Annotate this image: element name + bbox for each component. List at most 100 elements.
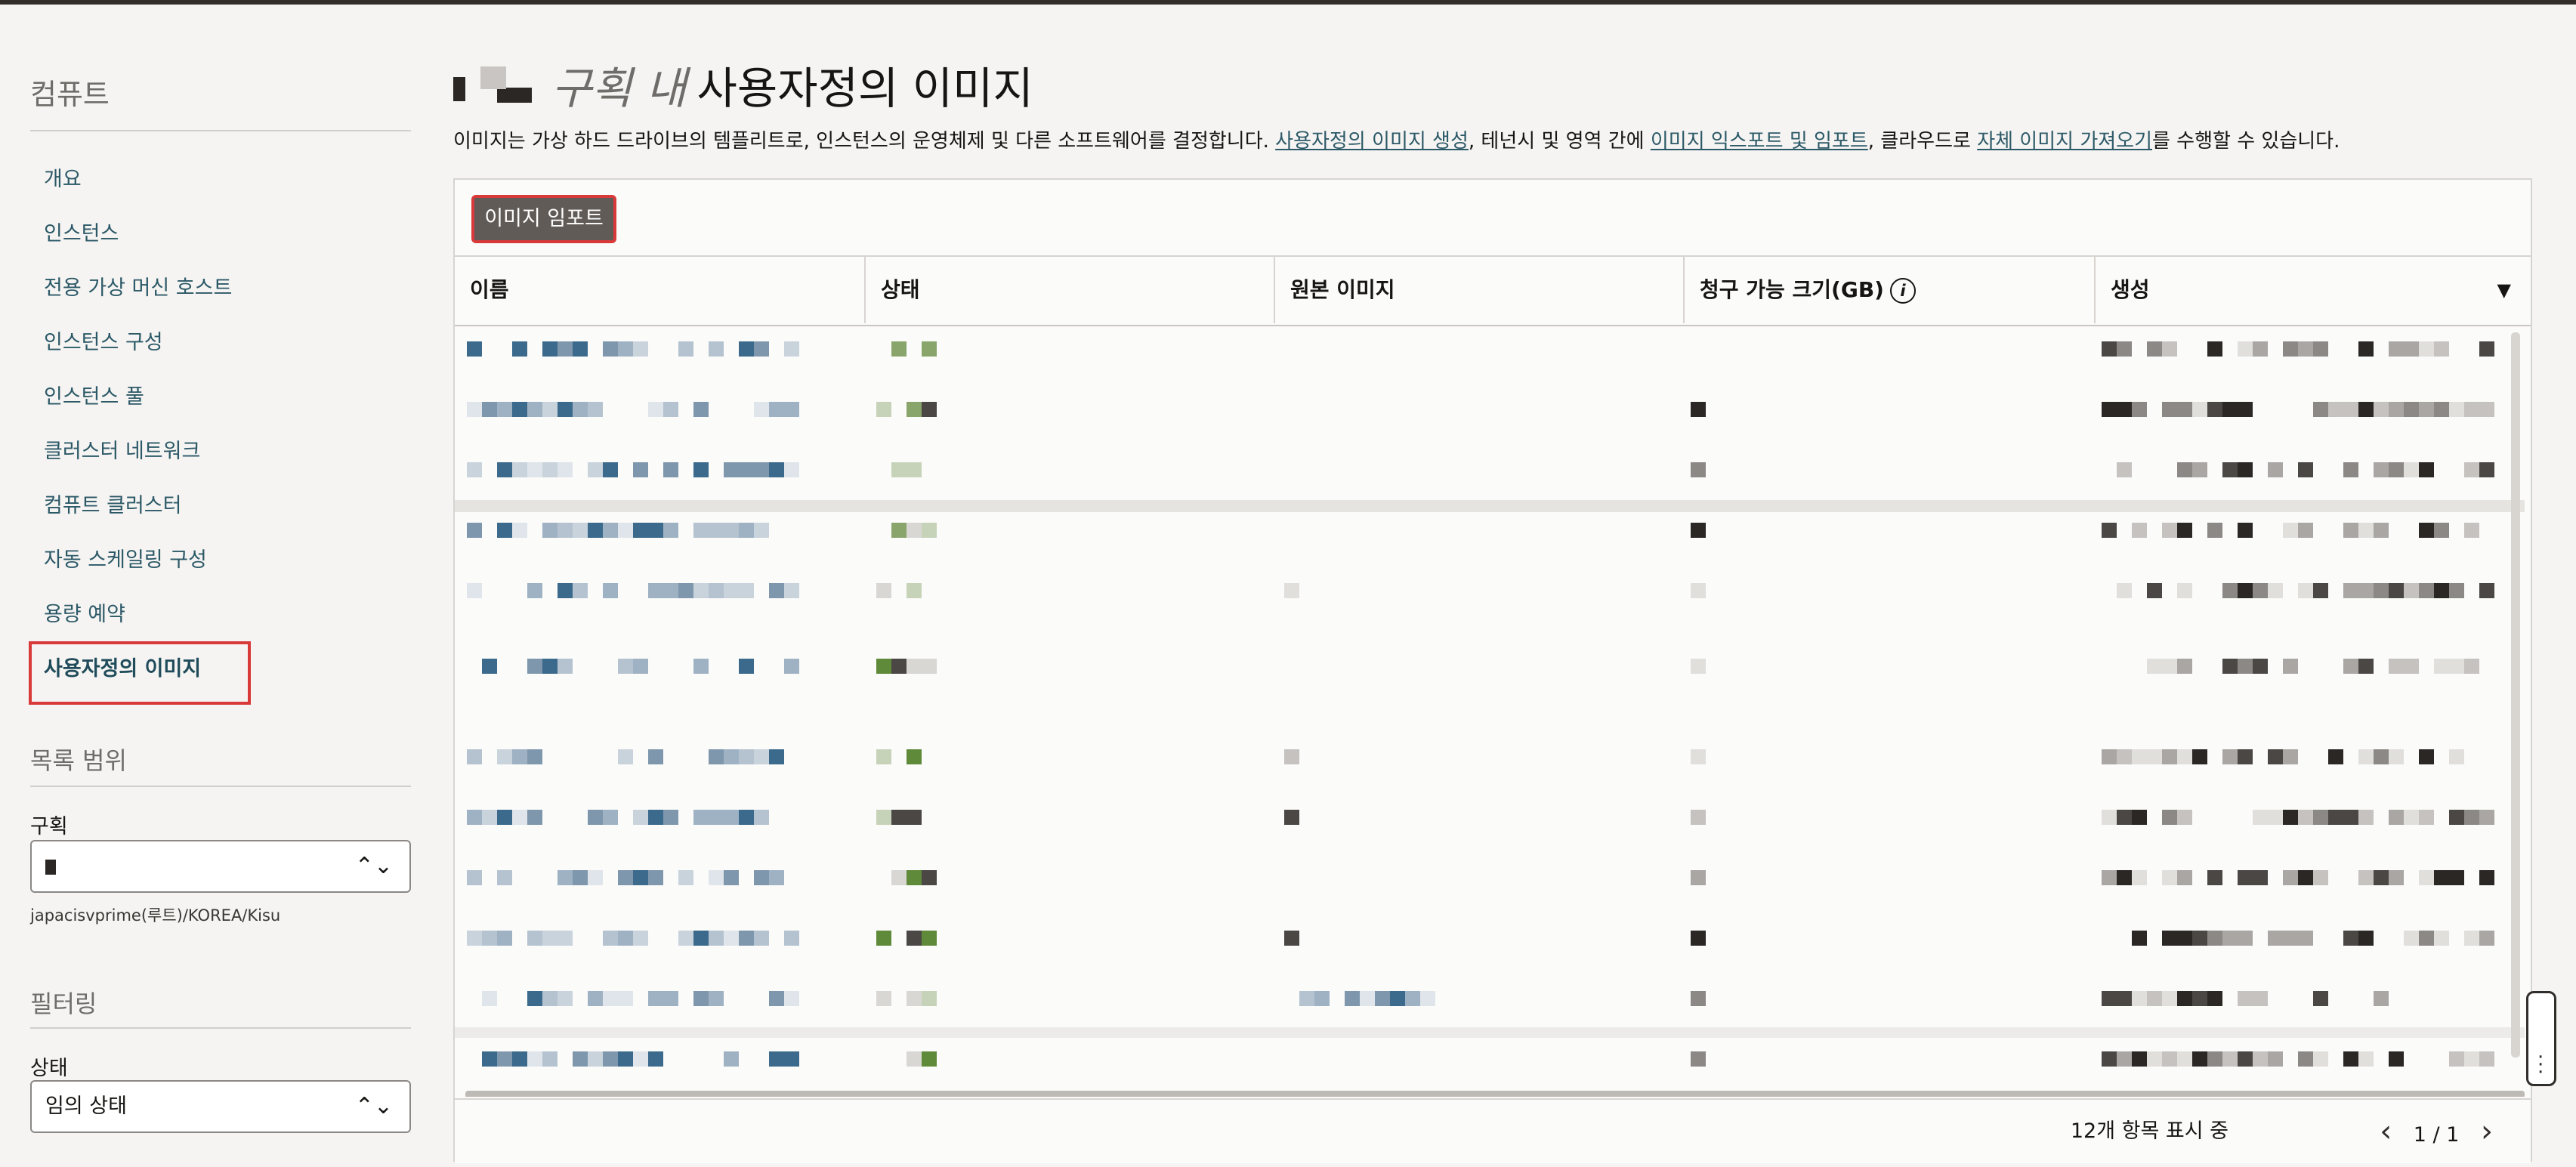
- state-select[interactable]: 임의 상태 ⌃⌄: [30, 1080, 411, 1133]
- redacted-cell: [2404, 402, 2419, 417]
- redacted-cell: [2132, 991, 2147, 1006]
- table-row[interactable]: [455, 1051, 2531, 1067]
- redacted-cell: [512, 523, 527, 538]
- redacted-cell: [1691, 870, 1706, 885]
- table-row[interactable]: [455, 991, 2531, 1006]
- redacted-cell: [618, 931, 633, 946]
- redacted-cell: [891, 659, 907, 674]
- chevron-left-icon[interactable]: ‹: [2380, 1114, 2392, 1149]
- sidebar-item-overview[interactable]: 개요: [44, 153, 232, 207]
- horizontal-scrollbar[interactable]: [465, 1091, 2525, 1097]
- redacted-cell: [2177, 749, 2192, 764]
- redacted-cell: [2449, 1051, 2464, 1067]
- redacted-cell: [709, 341, 724, 357]
- compartment-label: 구획: [30, 815, 68, 838]
- sidebar-item-dedicated-hosts[interactable]: 전용 가상 머신 호스트: [44, 261, 232, 316]
- redacted-cell: [512, 402, 527, 417]
- create-image-link[interactable]: 사용자정의 이미지 생성: [1275, 130, 1469, 153]
- table-row[interactable]: [455, 659, 2531, 674]
- info-icon[interactable]: i: [1889, 278, 1916, 304]
- redacted-cell: [2404, 341, 2419, 357]
- redacted-cell: [2313, 991, 2328, 1006]
- redacted-cell: [2117, 341, 2132, 357]
- redacted-cell: [1691, 462, 1706, 477]
- redacted-cell: [2117, 462, 2132, 477]
- redacted-cell: [891, 810, 907, 825]
- redacted-cell: [588, 991, 603, 1006]
- redacted-cell: [467, 931, 482, 946]
- table-row[interactable]: [455, 749, 2531, 764]
- redacted-cell: [2102, 749, 2117, 764]
- redacted-cell: [709, 523, 724, 538]
- column-created[interactable]: 생성 ▼: [2096, 257, 2531, 323]
- redacted-cell: [2358, 931, 2374, 946]
- desc-text: , 테넌시 및 영역 간에: [1468, 130, 1651, 153]
- redacted-cell: [648, 402, 663, 417]
- table-row[interactable]: [455, 523, 2531, 538]
- redacted-cell: [769, 583, 784, 598]
- redacted-cell: [2298, 810, 2313, 825]
- redacted-cell: [573, 583, 588, 598]
- redacted-cell: [2222, 749, 2238, 764]
- redacted-cell: [467, 749, 482, 764]
- redacted-cell: [724, 749, 739, 764]
- sidebar-item-autoscaling[interactable]: 자동 스케일링 구성: [44, 533, 232, 588]
- table-row[interactable]: [455, 810, 2531, 825]
- bring-own-image-link[interactable]: 자체 이미지 가져오기: [1977, 130, 2152, 153]
- table-row[interactable]: [455, 341, 2531, 357]
- redacted-cell: [1691, 931, 1706, 946]
- sidebar-item-instances[interactable]: 인스턴스: [44, 207, 232, 261]
- table-row[interactable]: [455, 583, 2531, 598]
- redacted-cell: [709, 991, 724, 1006]
- redacted-block: [453, 65, 544, 104]
- help-widget[interactable]: · · ·: [2526, 991, 2556, 1086]
- import-image-button[interactable]: 이미지 임포트: [471, 195, 616, 243]
- table-row[interactable]: [455, 931, 2531, 946]
- redacted-cell: [907, 991, 922, 1006]
- column-billable-size-label: 청구 가능 크기(GB): [1700, 277, 1884, 302]
- redacted-cell: [2283, 870, 2298, 885]
- redacted-cell: [891, 870, 907, 885]
- redacted-cell: [2162, 749, 2177, 764]
- column-billable-size: 청구 가능 크기(GB) i: [1685, 257, 2093, 323]
- sidebar-item-instance-configs[interactable]: 인스턴스 구성: [44, 316, 232, 370]
- redacted-cell: [542, 931, 558, 946]
- chevron-right-icon[interactable]: ›: [2481, 1114, 2493, 1149]
- redacted-cell: [467, 341, 482, 357]
- sidebar-item-instance-pools[interactable]: 인스턴스 풀: [44, 370, 232, 425]
- redacted-cell: [527, 659, 542, 674]
- redacted-cell: [558, 870, 573, 885]
- redacted-cell: [542, 341, 558, 357]
- export-import-link[interactable]: 이미지 익스포트 및 임포트: [1651, 130, 1868, 153]
- caret-down-icon[interactable]: ▼: [2497, 257, 2511, 323]
- sidebar-item-compute-clusters[interactable]: 컴퓨트 클러스터: [44, 479, 232, 533]
- sidebar-item-cluster-networks[interactable]: 클러스터 네트워크: [44, 425, 232, 479]
- redacted-cell: [527, 749, 542, 764]
- redacted-cell: [2313, 341, 2328, 357]
- redacted-cell: [2177, 991, 2192, 1006]
- table-row[interactable]: [455, 402, 2531, 417]
- table-row[interactable]: [455, 870, 2531, 885]
- compartment-select[interactable]: ⌃⌄: [30, 840, 411, 893]
- table-row[interactable]: [455, 462, 2531, 477]
- table-header: 이름 상태 원본 이미지 청구 가능 크기(GB) i 생성 ▼: [455, 255, 2531, 326]
- redacted-cell: [1360, 991, 1375, 1006]
- redacted-cell: [2162, 991, 2177, 1006]
- redacted-cell: [876, 659, 891, 674]
- redacted-cell: [907, 810, 922, 825]
- redacted-cell: [1314, 991, 1330, 1006]
- redacted-cell: [2479, 583, 2494, 598]
- sidebar-item-capacity-reservations[interactable]: 용량 예약: [44, 588, 232, 642]
- redacted-cell: [1691, 749, 1706, 764]
- redacted-cell: [2434, 523, 2449, 538]
- redacted-cell: [2389, 659, 2404, 674]
- redacted-cell: [1691, 523, 1706, 538]
- redacted-cell: [558, 991, 573, 1006]
- redacted-cell: [2313, 402, 2328, 417]
- vertical-scrollbar[interactable]: [2511, 332, 2520, 1057]
- redacted-cell: [754, 810, 769, 825]
- redacted-cell: [693, 659, 709, 674]
- redacted-cell: [2132, 810, 2147, 825]
- redacted-cell: [2404, 931, 2419, 946]
- redacted-cell: [739, 810, 754, 825]
